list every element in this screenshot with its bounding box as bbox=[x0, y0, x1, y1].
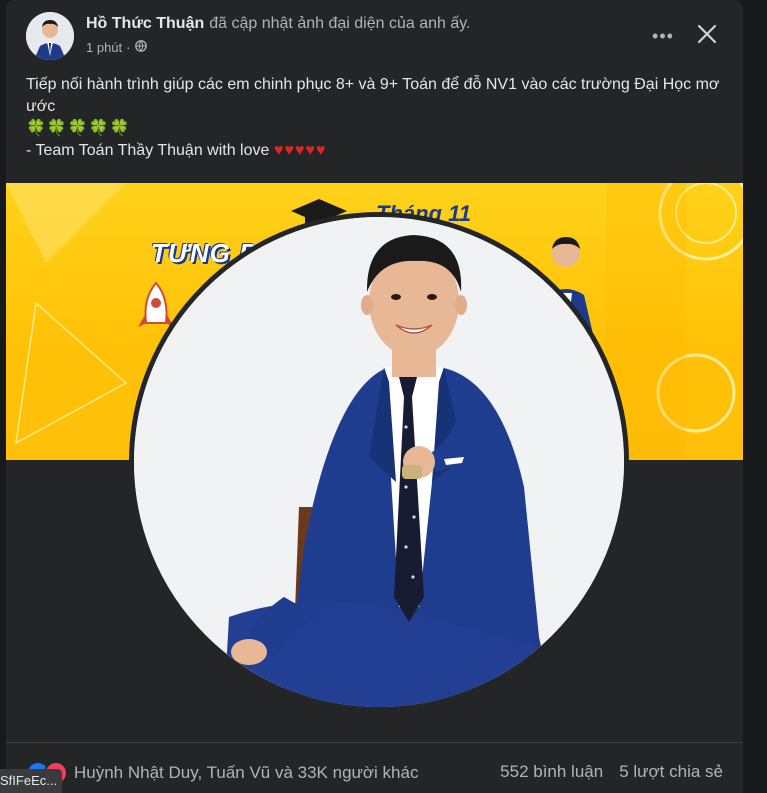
reactions-names[interactable]: Huỳnh Nhật Duy, Tuấn Vũ và 33K người khá… bbox=[74, 763, 418, 783]
clover-emojis: 🍀🍀🍀🍀🍀 bbox=[26, 120, 131, 137]
status-tooltip: SfIFeEc... bbox=[0, 769, 62, 793]
author-name[interactable]: Hồ Thức Thuận bbox=[86, 15, 204, 32]
meta-separator: · bbox=[126, 40, 131, 55]
post-action: đã cập nhật ảnh đại diện của anh ấy. bbox=[209, 15, 471, 32]
post-stats: 552 bình luận 5 lượt chia sẻ bbox=[500, 762, 723, 782]
post-header: Hồ Thức Thuận đã cập nhật ảnh đại diện củ… bbox=[26, 12, 723, 60]
post-footer: Huỳnh Nhật Duy, Tuấn Vũ và 33K người khá… bbox=[6, 742, 743, 793]
author-line: Hồ Thức Thuận đã cập nhật ảnh đại diện củ… bbox=[86, 15, 471, 33]
post-text-signoff: - Team Toán Thầy Thuận with love bbox=[26, 142, 274, 159]
more-options-button[interactable]: ••• bbox=[647, 20, 679, 52]
post-text-line1: Tiếp nối hành trình giúp các em chinh ph… bbox=[26, 76, 720, 115]
post-text: Tiếp nối hành trình giúp các em chinh ph… bbox=[26, 74, 726, 162]
post-text-line3: - Team Toán Thầy Thuận with love ♥♥♥♥♥ bbox=[26, 140, 726, 162]
author-avatar[interactable] bbox=[26, 12, 74, 60]
post-time[interactable]: 1 phút bbox=[86, 40, 122, 55]
comments-count[interactable]: 552 bình luận bbox=[500, 762, 603, 782]
globe-icon[interactable] bbox=[134, 40, 147, 55]
profile-photo-illustration bbox=[134, 217, 624, 707]
close-icon bbox=[697, 24, 717, 49]
post-card: Hồ Thức Thuận đã cập nhật ảnh đại diện củ… bbox=[6, 0, 743, 793]
close-button[interactable] bbox=[691, 20, 723, 52]
profile-photo[interactable] bbox=[129, 212, 629, 712]
more-icon: ••• bbox=[652, 25, 674, 46]
shares-count[interactable]: 5 lượt chia sẻ bbox=[619, 762, 723, 782]
reactions-summary[interactable]: Huỳnh Nhật Duy, Tuấn Vũ và 33K người khá… bbox=[26, 761, 418, 785]
heart-emojis: ♥♥♥♥♥ bbox=[273, 142, 327, 159]
post-meta: 1 phút · bbox=[86, 40, 147, 55]
